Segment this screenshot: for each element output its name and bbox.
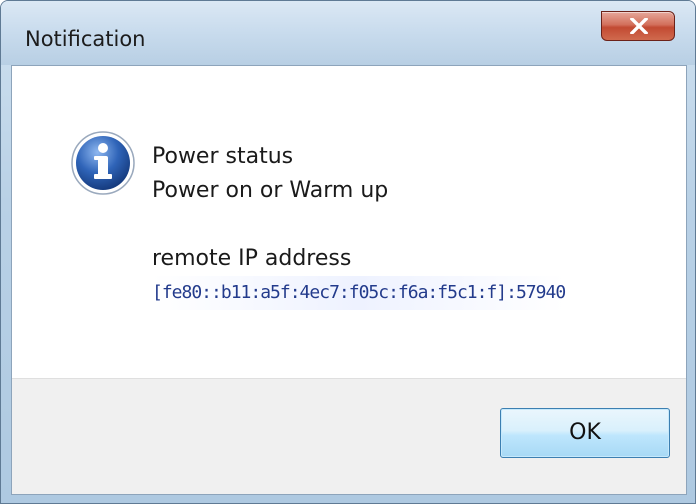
dialog-title: Notification — [25, 27, 146, 51]
message-text: Power status Power on or Warm up remote … — [152, 140, 566, 310]
power-status-value: Power on or Warm up — [152, 178, 389, 203]
close-icon — [630, 18, 648, 34]
remote-ip-label: remote IP address — [152, 246, 352, 271]
information-icon — [71, 131, 135, 195]
title-bar[interactable]: Notification — [1, 1, 695, 65]
remote-ip-value: [fe80::b11:a5f:4ec7:f05c:f6a:f5c1:f]:579… — [152, 276, 566, 310]
dialog-content: Power status Power on or Warm up remote … — [11, 65, 687, 495]
notification-dialog: Notification Power status Power on or Wa… — [0, 0, 696, 504]
close-button[interactable] — [601, 11, 675, 41]
power-status-label: Power status — [152, 144, 294, 169]
ok-button[interactable]: OK — [500, 408, 670, 458]
